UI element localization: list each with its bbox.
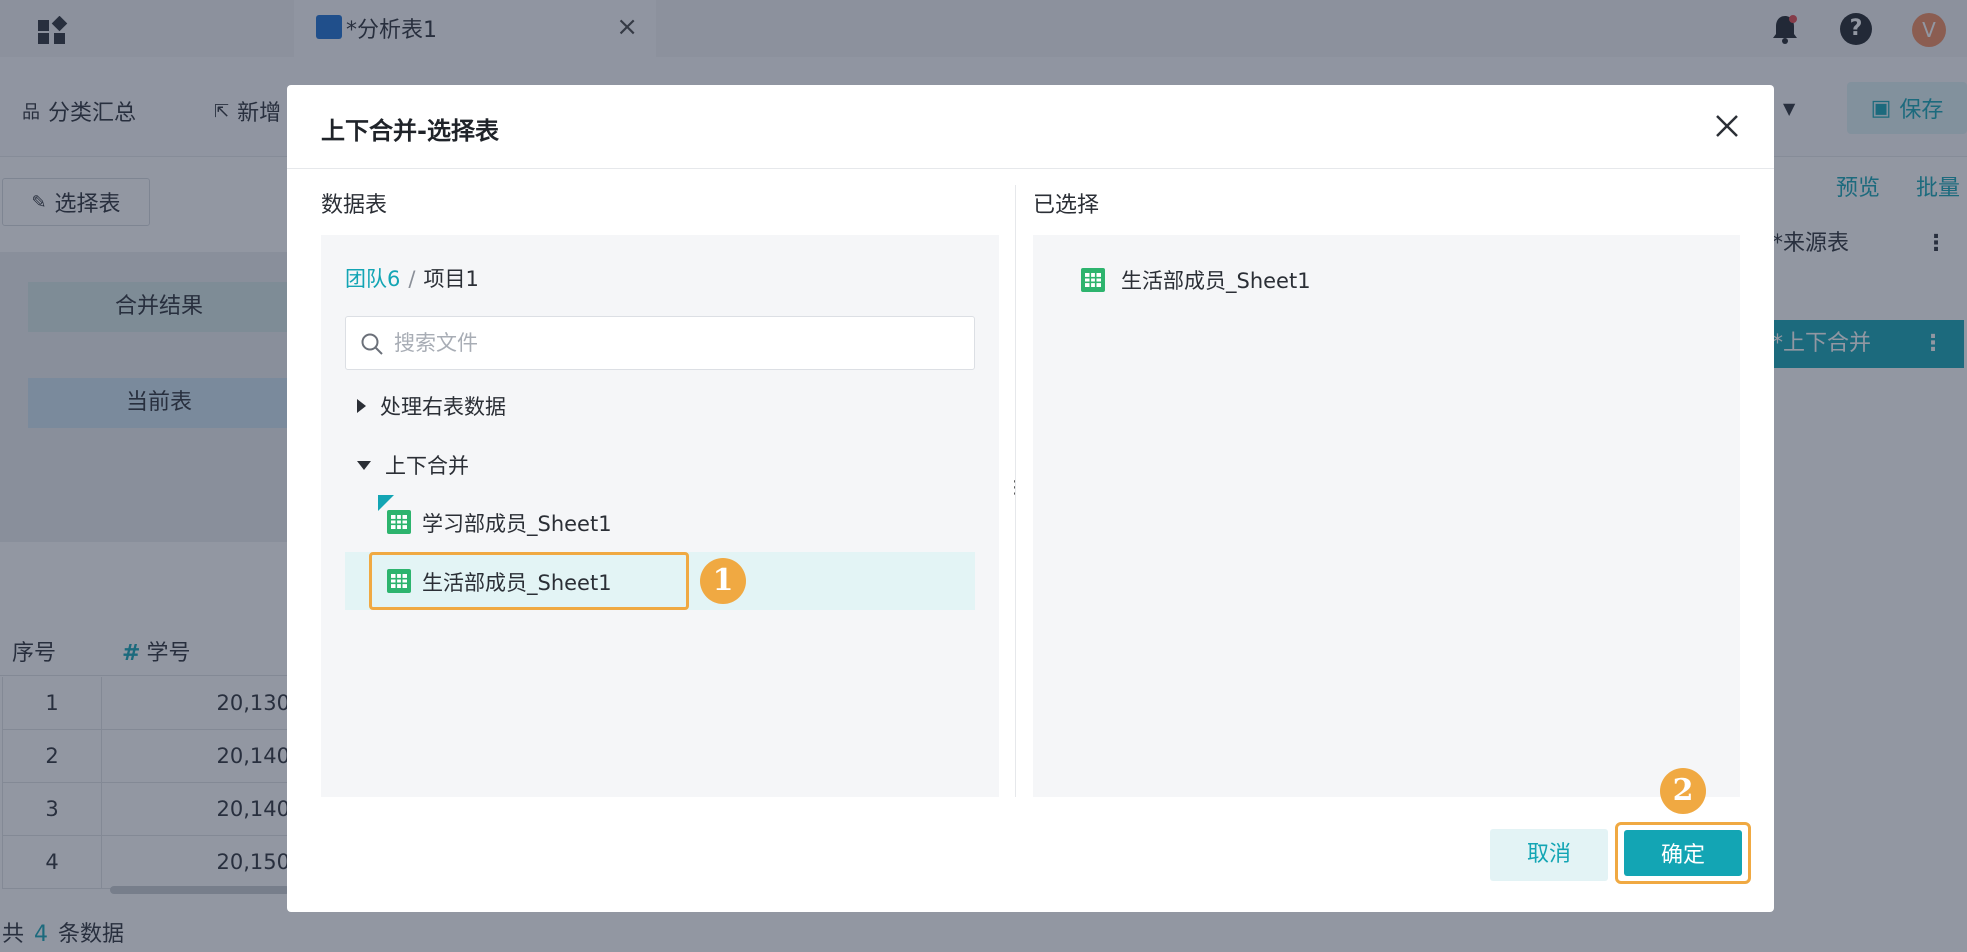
dialog-header: 上下合并-选择表 (287, 85, 1774, 169)
selected-item[interactable]: 生活部成员_Sheet1 (1081, 265, 1311, 295)
folder-label: 处理右表数据 (380, 395, 506, 419)
file-label: 学习部成员_Sheet1 (422, 512, 612, 536)
select-table-dialog: 上下合并-选择表 数据表 团队6 / 项目1 处理右表数据 上下合并 (287, 85, 1774, 912)
breadcrumb: 团队6 / 项目1 (345, 263, 479, 293)
file-study-dept-sheet[interactable]: 学习部成员_Sheet1 (345, 493, 975, 551)
close-icon[interactable] (1714, 113, 1740, 139)
spreadsheet-icon (387, 569, 411, 593)
pane-divider (1015, 185, 1016, 797)
confirm-button[interactable]: 确定 (1624, 830, 1742, 876)
spreadsheet-icon (1081, 268, 1105, 292)
caret-down-icon[interactable] (357, 460, 371, 470)
folder-process-right-table[interactable]: 处理右表数据 (357, 391, 506, 421)
data-tables-pane: 团队6 / 项目1 处理右表数据 上下合并 (321, 235, 999, 797)
file-label: 生活部成员_Sheet1 (422, 571, 612, 595)
step-2-badge: 2 (1660, 768, 1706, 814)
search-box (345, 316, 975, 370)
selected-heading: 已选择 (1033, 193, 1100, 218)
selected-item-label: 生活部成员_Sheet1 (1121, 269, 1311, 293)
file-life-dept-sheet[interactable]: 生活部成员_Sheet1 1 (345, 552, 975, 610)
cancel-button[interactable]: 取消 (1490, 829, 1608, 881)
dialog-title: 上下合并-选择表 (321, 117, 499, 145)
search-icon (361, 333, 383, 355)
step-1-badge: 1 (700, 558, 746, 604)
search-input[interactable] (394, 317, 964, 369)
spreadsheet-icon (387, 510, 411, 534)
folder-vertical-merge[interactable]: 上下合并 (357, 450, 469, 480)
breadcrumb-team[interactable]: 团队6 (345, 267, 400, 291)
caret-right-icon[interactable] (357, 399, 366, 413)
breadcrumb-project: 项目1 (423, 267, 479, 291)
selected-pane: 生活部成员_Sheet1 (1033, 235, 1740, 797)
data-tables-heading: 数据表 (321, 193, 388, 218)
new-flag-icon (378, 495, 394, 511)
folder-label: 上下合并 (385, 454, 469, 478)
step-2-highlight: 确定 (1615, 822, 1751, 884)
breadcrumb-separator: / (408, 267, 416, 291)
